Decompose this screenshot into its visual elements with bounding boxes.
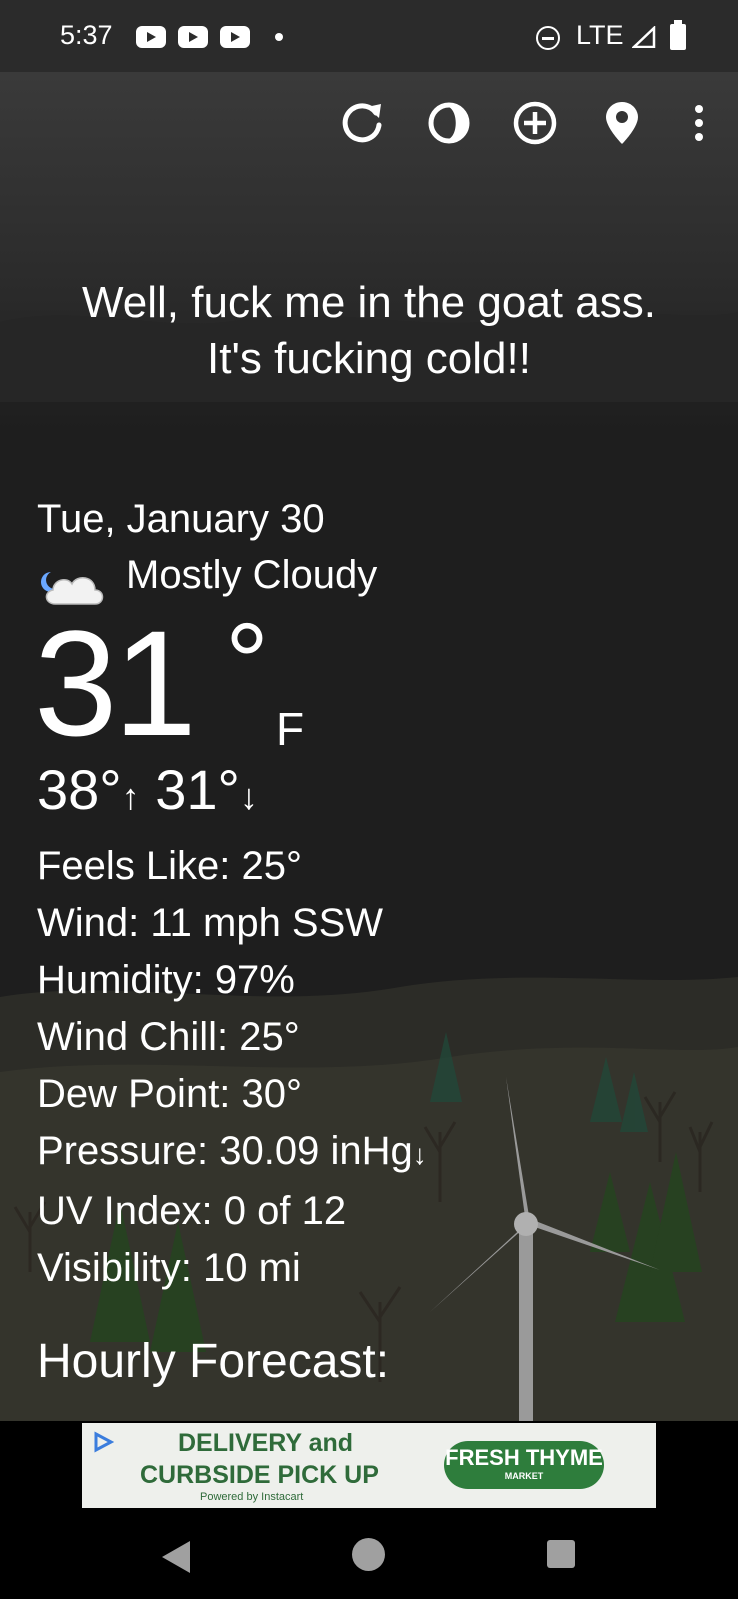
refresh-icon[interactable] [337, 98, 387, 148]
uv-index: UV Index: 0 of 12 [37, 1189, 347, 1233]
location-pin-icon[interactable] [597, 98, 647, 148]
feels-like: Feels Like: 25° [37, 844, 303, 888]
weather-headline: Well, fuck me in the goat ass. It's fuck… [0, 275, 738, 387]
wind-chill: Wind Chill: 25° [37, 1015, 300, 1059]
signal-icon [632, 26, 656, 48]
pressure-falling-icon: ↓ [412, 1139, 427, 1170]
status-bar: 5:37 LTE [0, 0, 738, 72]
visibility: Visibility: 10 mi [37, 1246, 301, 1290]
dew-point: Dew Point: 30° [37, 1072, 303, 1116]
pressure-row: Pressure: 30.09 inHg↓ [37, 1123, 427, 1183]
ad-banner[interactable]: DELIVERY and CURBSIDE PICK UP Powered by… [82, 1423, 656, 1511]
arrow-down-icon: ↓ [239, 776, 258, 817]
temperature-degree-symbol: ° [225, 601, 269, 724]
current-date: Tue, January 30 [37, 497, 325, 541]
ad-brand-logo: FRESH THYME MARKET [444, 1441, 604, 1489]
do-not-disturb-icon [536, 26, 560, 50]
temperature-unit: F [276, 703, 305, 755]
hourly-forecast-heading: Hourly Forecast: [37, 1335, 390, 1388]
ad-line-2: CURBSIDE PICK UP [140, 1461, 379, 1489]
headline-line-1: Well, fuck me in the goat ass. [82, 278, 656, 327]
ad-powered-by: Powered by Instacart [200, 1491, 304, 1503]
recent-apps-icon[interactable] [547, 1540, 575, 1568]
back-icon[interactable] [162, 1541, 190, 1573]
ad-choices-icon[interactable] [92, 1431, 114, 1453]
humidity: Humidity: 97% [37, 958, 295, 1002]
youtube-notification-icon [178, 26, 208, 48]
battery-icon [670, 20, 686, 50]
ad-line-1: DELIVERY and [178, 1429, 354, 1457]
add-location-icon[interactable] [510, 98, 560, 148]
pressure: Pressure: 30.09 inHg [37, 1129, 413, 1173]
current-temperature: 31 [34, 599, 197, 767]
status-time: 5:37 [60, 20, 113, 50]
theme-icon[interactable] [424, 98, 474, 148]
network-type: LTE [576, 20, 624, 50]
weather-details: Feels Like: 25° Wind: 11 mph SSW Humidit… [37, 838, 427, 1297]
wind: Wind: 11 mph SSW [37, 901, 384, 945]
high-temp: 38° [37, 758, 122, 821]
condition-text: Mostly Cloudy [126, 553, 378, 597]
headline-line-2: It's fucking cold!! [207, 334, 531, 383]
more-vert-icon[interactable] [684, 98, 714, 148]
high-low-temps: 38°↑ 31°↓ [37, 758, 258, 829]
home-icon[interactable] [352, 1538, 385, 1571]
low-temp: 31° [155, 758, 240, 821]
youtube-notification-icon [136, 26, 166, 48]
ad-brand-sub: MARKET [504, 1471, 544, 1481]
more-notifications-dot-icon [275, 33, 283, 41]
ad-brand: FRESH THYME [445, 1445, 603, 1470]
youtube-notification-icon [220, 26, 250, 48]
arrow-up-icon: ↑ [121, 776, 140, 817]
